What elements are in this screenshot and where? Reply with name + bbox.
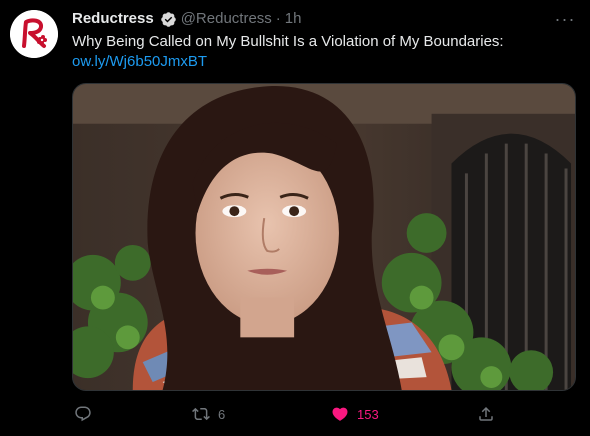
heart-icon (332, 407, 348, 421)
more-options-icon[interactable]: ··· (554, 8, 576, 30)
share-button[interactable] (477, 402, 495, 426)
reply-button[interactable] (74, 402, 100, 426)
tweet-text: Why Being Called on My Bullshit Is a Vio… (72, 33, 504, 50)
woman-photo (73, 84, 575, 390)
tweet-header: Reductress @Reductress · 1h (72, 9, 301, 29)
profile-avatar[interactable] (10, 10, 58, 58)
tweet-card[interactable]: Reductress @Reductress · 1h ··· Why Bein… (0, 0, 590, 436)
retweet-count: 6 (218, 406, 226, 422)
reply-icon (75, 406, 91, 422)
tweet-body: Why Being Called on My Bullshit Is a Vio… (72, 32, 572, 72)
header-separator: · (275, 10, 281, 27)
like-button[interactable]: 153 (331, 402, 379, 426)
display-name[interactable]: Reductress (72, 9, 154, 29)
timestamp[interactable]: 1h (285, 9, 302, 29)
retweet-icon (192, 407, 210, 421)
retweet-button[interactable]: 6 (192, 402, 225, 426)
reductress-logo-icon (10, 10, 58, 58)
tweet-image[interactable] (72, 83, 576, 391)
verified-badge-icon (160, 11, 176, 27)
like-count: 153 (357, 406, 379, 422)
share-icon (479, 406, 493, 421)
tweet-actions: 6 153 (72, 402, 502, 426)
user-handle[interactable]: @Reductress (181, 9, 272, 29)
tweet-link[interactable]: ow.ly/Wj6b50JmxBT (72, 52, 572, 72)
